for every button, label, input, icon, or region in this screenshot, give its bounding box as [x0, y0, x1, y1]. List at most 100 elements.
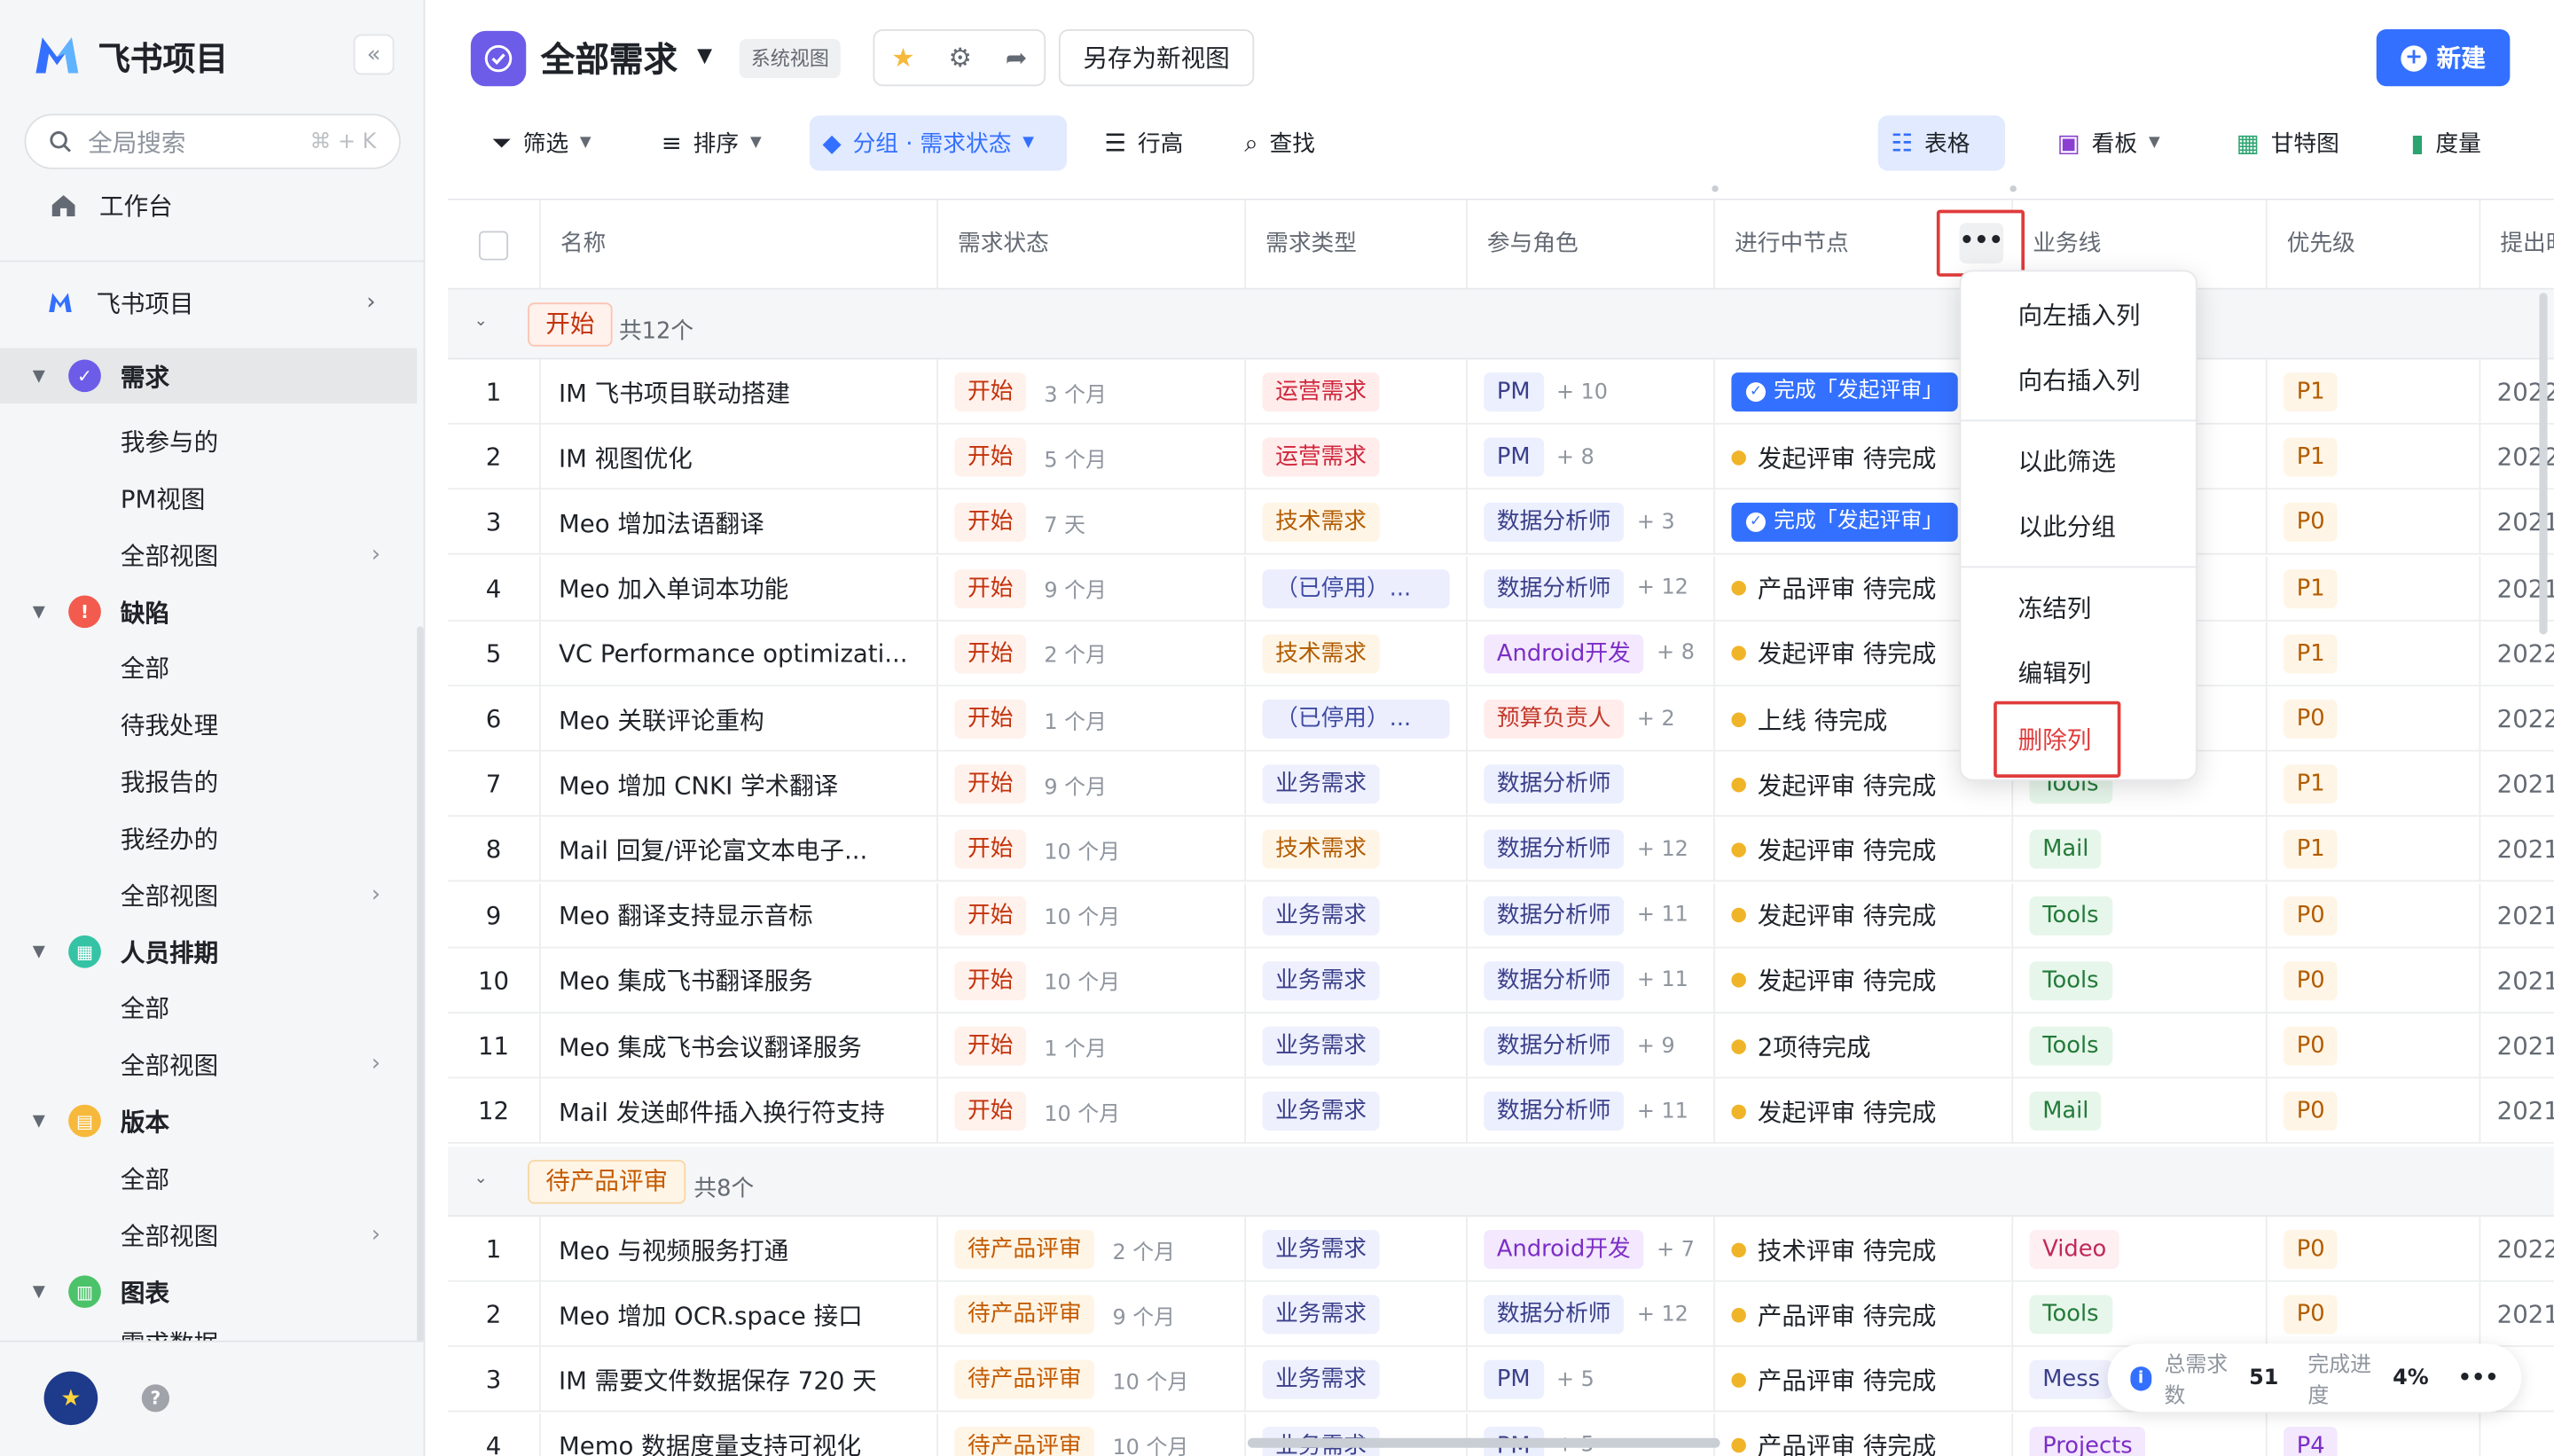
sidebar-item-all-views[interactable]: 全部视图 › — [0, 527, 417, 582]
table-row[interactable]: 5 VC Performance optimizati... 开始 2 个月 技术需求 A… — [448, 621, 2554, 686]
sidebar-section-scheduling[interactable]: ▼ ▦ 人员排期 — [0, 924, 417, 979]
page-title[interactable]: 全部需求 — [541, 35, 678, 83]
active-node-cell[interactable]: 发起评审 待完成 — [1715, 882, 2014, 948]
sidebar-item-reported[interactable]: 我报告的 — [0, 753, 417, 808]
active-node-cell[interactable]: 发起评审 待完成 — [1715, 1078, 2014, 1145]
role-cell[interactable]: 数据分析师 + 9 — [1468, 1013, 1716, 1079]
table-row[interactable]: 2 Meo 增加 OCR.space 接口 待产品评审 9 个月 业务需求 数据分析师 + … — [448, 1282, 2554, 1348]
role-cell[interactable]: PM + 10 — [1468, 359, 1716, 425]
group-header-start[interactable]: ⌄ 开始 共12个 — [448, 289, 2554, 360]
requirement-name[interactable]: VC Performance optimizati... — [541, 621, 938, 686]
share-icon[interactable]: ➦ — [1006, 43, 1028, 74]
type-cell[interactable]: 业务需求 — [1246, 882, 1468, 948]
chevron-down-icon[interactable]: ⌄ — [474, 1170, 487, 1187]
column-header-role[interactable]: 参与角色 — [1468, 200, 1716, 290]
business-line-cell[interactable]: Tools — [2013, 882, 2268, 948]
status-cell[interactable]: 开始 10 个月 — [938, 948, 1247, 1014]
sidebar-item-all[interactable]: 全部 — [0, 979, 417, 1034]
business-line-cell[interactable]: Tools — [2013, 1013, 2268, 1079]
avatar[interactable]: ★ — [43, 1371, 98, 1426]
sort-button[interactable]: ≡ 排序 ▼ — [648, 115, 774, 170]
active-node-cell[interactable]: 产品评审 待完成 — [1715, 1413, 2014, 1456]
requirement-name[interactable]: Meo 集成飞书会议翻译服务 — [541, 1013, 938, 1079]
priority-cell[interactable]: P1 — [2268, 555, 2481, 622]
priority-cell[interactable]: P0 — [2268, 686, 2481, 752]
node-done-pill[interactable]: ✓ 完成「发起评审」 — [1731, 503, 1958, 543]
table-vertical-scrollbar[interactable] — [2539, 293, 2548, 635]
sidebar-section-requirements[interactable]: ▼ ✓ 需求 — [0, 348, 418, 403]
status-cell[interactable]: 开始 2 个月 — [938, 621, 1247, 686]
table-row[interactable]: 10 Meo 集成飞书翻译服务 开始 10 个月 业务需求 数据分析师 + 11 发起评审 待… — [448, 948, 2554, 1014]
sidebar-section-charts[interactable]: ▼ ▥ 图表 — [0, 1264, 417, 1319]
status-cell[interactable]: 待产品评审 10 个月 — [938, 1347, 1247, 1413]
column-header-status[interactable]: 需求状态 — [938, 200, 1247, 290]
menu-item-group-by[interactable]: 以此分组 — [2018, 509, 2116, 544]
filter-button[interactable]: ⏷ 筛选 ▼ — [479, 115, 604, 170]
business-line-cell[interactable]: Tools — [2013, 948, 2268, 1014]
table-row[interactable]: 1 Meo 与视频服务打通 待产品评审 2 个月 业务需求 Android开发 + 7 技术评… — [448, 1217, 2554, 1282]
sidebar-item-workbench[interactable]: 工作台 — [0, 177, 417, 232]
type-cell[interactable]: 业务需求 — [1246, 1347, 1468, 1413]
status-cell[interactable]: 待产品评审 2 个月 — [938, 1217, 1247, 1282]
status-cell[interactable]: 开始 9 个月 — [938, 751, 1247, 818]
chevron-down-icon[interactable]: ⌄ — [474, 312, 487, 330]
requirement-name[interactable]: Meo 增加法语翻译 — [541, 489, 938, 556]
type-cell[interactable]: 运营需求 — [1246, 425, 1468, 490]
type-cell[interactable]: 业务需求 — [1246, 1013, 1468, 1079]
global-search-input[interactable]: 全局搜索 ⌘ + K — [24, 114, 401, 169]
requirement-name[interactable]: IM 视图优化 — [541, 425, 938, 490]
type-cell[interactable]: （已停用）... — [1246, 555, 1468, 622]
requirement-name[interactable]: Meo 集成飞书翻译服务 — [541, 948, 938, 1014]
column-more-button[interactable]: ••• — [1959, 223, 2004, 264]
status-cell[interactable]: 开始 3 个月 — [938, 359, 1247, 425]
table-view-tab[interactable]: ☷ 表格 — [1877, 115, 2005, 171]
table-row[interactable]: 4 Meo 加入单词本功能 开始 9 个月 （已停用）... 数据分析师 + 12 产品评审 … — [448, 555, 2554, 622]
measure-view-tab[interactable]: ▮ 度量 — [2398, 115, 2495, 170]
requirement-name[interactable]: Meo 关联评论重构 — [541, 686, 938, 752]
type-cell[interactable]: 技术需求 — [1246, 489, 1468, 556]
requirement-name[interactable]: Meo 与视频服务打通 — [541, 1217, 938, 1282]
group-button[interactable]: ◆ 分组 · 需求状态 ▼ — [809, 115, 1068, 171]
sidebar-section-versions[interactable]: ▼ ▤ 版本 — [0, 1093, 417, 1148]
priority-cell[interactable]: P0 — [2268, 1282, 2481, 1348]
role-cell[interactable]: Android开发 + 7 — [1468, 1217, 1716, 1282]
table-row[interactable]: 2 IM 视图优化 开始 5 个月 运营需求 PM + 8 发起评审 待完成 P1 2022 — [448, 425, 2554, 490]
collapse-sidebar-button[interactable]: « — [353, 34, 395, 75]
type-cell[interactable]: 业务需求 — [1246, 1282, 1468, 1348]
find-button[interactable]: ⌕ 查找 — [1232, 115, 1328, 170]
active-node-cell[interactable]: 产品评审 待完成 — [1715, 1347, 2014, 1413]
select-all-checkbox[interactable] — [478, 231, 509, 261]
gantt-view-tab[interactable]: ▦ 甘特图 — [2223, 115, 2352, 170]
business-line-cell[interactable]: Video — [2013, 1217, 2268, 1282]
requirement-name[interactable]: IM 需要文件数据保存 720 天 — [541, 1347, 938, 1413]
role-cell[interactable]: 数据分析师 — [1468, 751, 1716, 818]
requirement-name[interactable]: Meo 增加 OCR.space 接口 — [541, 1282, 938, 1348]
status-cell[interactable]: 开始 9 个月 — [938, 555, 1247, 622]
type-cell[interactable]: 运营需求 — [1246, 359, 1468, 425]
role-cell[interactable]: PM + 8 — [1468, 425, 1716, 490]
sidebar-item-all-views[interactable]: 全部视图 › — [0, 867, 417, 922]
priority-cell[interactable]: P1 — [2268, 817, 2481, 883]
board-view-tab[interactable]: ▣ 看板 ▼ — [2044, 115, 2173, 170]
role-cell[interactable]: 数据分析师 + 11 — [1468, 1078, 1716, 1145]
active-node-cell[interactable]: 发起评审 待完成 — [1715, 817, 2014, 883]
table-row[interactable]: 3 Meo 增加法语翻译 开始 7 天技术需求 数据分析师 + 3 ✓ 完成「发起评审」 P0 2… — [448, 489, 2554, 556]
table-row[interactable]: 6 Meo 关联评论重构 开始 1 个月 （已停用）... 预算负责人 + 2 上线 待完成 P… — [448, 686, 2554, 752]
business-line-cell[interactable]: Mail — [2013, 817, 2268, 883]
status-cell[interactable]: 开始 1 个月 — [938, 1013, 1247, 1079]
role-cell[interactable]: 数据分析师 + 12 — [1468, 555, 1716, 622]
role-cell[interactable]: 数据分析师 + 11 — [1468, 948, 1716, 1014]
requirement-name[interactable]: Meo 加入单词本功能 — [541, 555, 938, 622]
sidebar-scrollbar[interactable] — [417, 626, 424, 1342]
table-row[interactable]: 4Memo 数据度量支持可视化待产品评审 10 个月 业务需求PM+ 5 产品评审 待… — [448, 1413, 2554, 1456]
save-as-new-view-button[interactable]: 另存为新视图 — [1058, 29, 1255, 87]
type-cell[interactable]: 技术需求 — [1246, 621, 1468, 686]
sidebar-item-requirement-data[interactable]: 需求数据 — [0, 1319, 417, 1342]
priority-cell[interactable]: P0 — [2268, 948, 2481, 1014]
priority-cell[interactable]: P4 — [2268, 1413, 2481, 1456]
priority-cell[interactable]: P1 — [2268, 621, 2481, 686]
role-cell[interactable]: 数据分析师 + 11 — [1468, 882, 1716, 948]
role-cell[interactable]: 数据分析师 + 12 — [1468, 817, 1716, 883]
sidebar-item-all-views[interactable]: 全部视图 › — [0, 1207, 417, 1262]
menu-item-insert-right[interactable]: 向右插入列 — [2018, 363, 2141, 397]
